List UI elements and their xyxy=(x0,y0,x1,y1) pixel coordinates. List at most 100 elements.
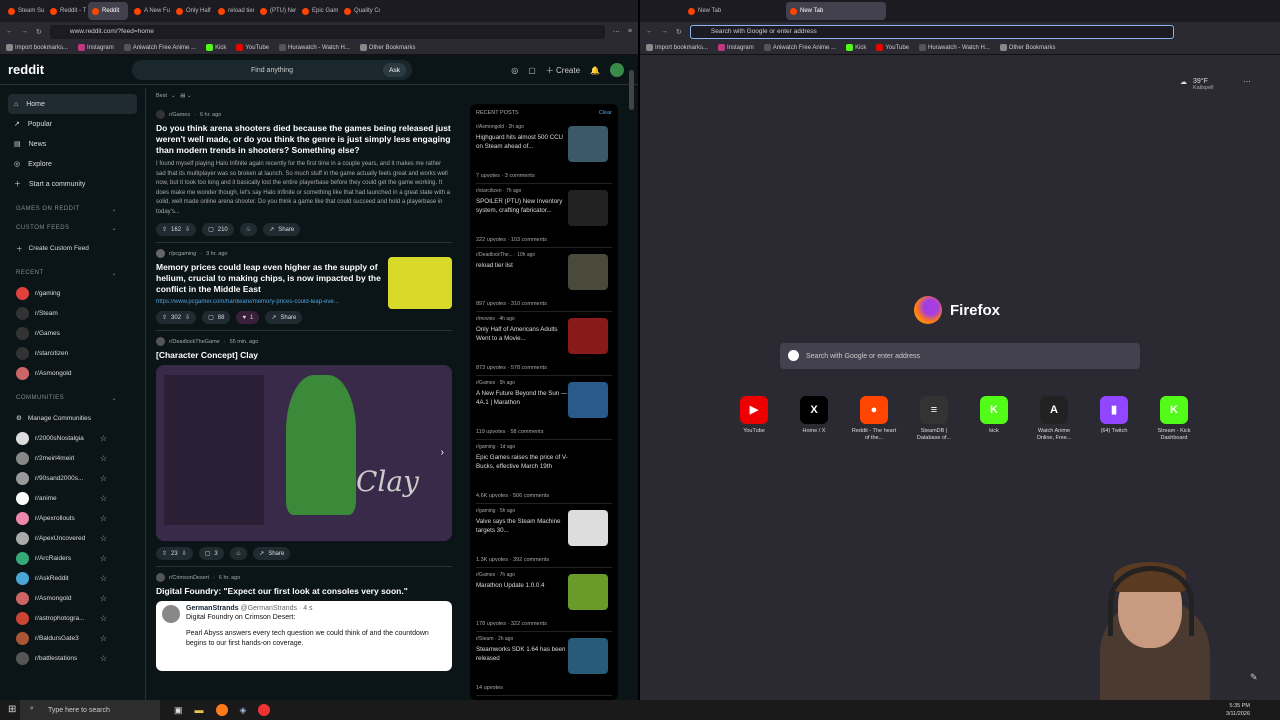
award-button[interactable]: ♥ 1 xyxy=(236,311,260,324)
top-site-tile[interactable]: X Home / X xyxy=(790,396,838,442)
recent-community[interactable]: r/Asmongold xyxy=(8,363,137,383)
recent-post-item[interactable]: r/movies · 4h ago Only Half of Americans … xyxy=(476,312,612,376)
vote-control[interactable]: ⇧ 162 ⇩ xyxy=(156,223,197,236)
chevron-right-icon[interactable]: › xyxy=(441,447,444,458)
clock[interactable]: 5:35 PM 3/11/2026 xyxy=(1226,702,1250,718)
reddit-search-input[interactable]: Find anything Ask xyxy=(132,60,412,80)
star-icon[interactable]: ☆ xyxy=(100,574,107,583)
scrollbar[interactable] xyxy=(629,70,634,110)
browser-tab[interactable]: New Tab xyxy=(786,2,886,20)
recent-post-item[interactable]: r/Games · 5h ago A New Future Beyond the … xyxy=(476,376,612,440)
top-site-tile[interactable]: Kkick xyxy=(970,396,1018,442)
bookmark-item[interactable]: Kick xyxy=(206,44,226,51)
edit-icon[interactable]: ✎ xyxy=(1250,672,1258,683)
vote-control[interactable]: ⇧ 23 ⇩ xyxy=(156,547,193,560)
browser-tab[interactable]: Quality Con xyxy=(340,2,380,20)
top-site-tile[interactable]: ≡ SteamDB | Database of... xyxy=(910,396,958,442)
post-thumbnail[interactable] xyxy=(568,574,608,610)
communities-header[interactable]: COMMUNITIES ⌄ xyxy=(16,395,137,402)
forward-icon[interactable]: → xyxy=(661,28,668,35)
bookmark-item[interactable]: Kick xyxy=(846,44,866,51)
sidebar-item-popular[interactable]: ↗ Popular xyxy=(8,114,137,134)
star-icon[interactable]: ☆ xyxy=(100,434,107,443)
extensions-icon[interactable]: ⋯ xyxy=(613,28,620,36)
chat-icon[interactable]: ▢ xyxy=(528,66,536,75)
bookmark-item[interactable]: Other Bookmarks xyxy=(359,44,415,51)
bookmark-item[interactable]: YouTube xyxy=(876,44,909,51)
bookmark-item[interactable]: Other Bookmarks xyxy=(999,44,1055,51)
bookmark-item[interactable]: Import bookmarks... xyxy=(646,44,708,51)
embedded-tweet[interactable]: GermanStrands @GermanStrands · 4 s Digit… xyxy=(156,601,452,671)
share-button[interactable]: ↗ Share xyxy=(253,547,291,560)
star-icon[interactable]: ☆ xyxy=(100,654,107,663)
community-item[interactable]: r/anime ☆ xyxy=(8,488,137,508)
community-item[interactable]: r/Asmongold ☆ xyxy=(8,588,137,608)
post-card[interactable]: r/CrimsonDesert · 6 hr. ago Digital Foundr… xyxy=(156,567,452,677)
create-custom-feed[interactable]: ＋ Create Custom Feed xyxy=(8,238,137,258)
sidebar-item-home[interactable]: ⌂ Home xyxy=(8,94,137,114)
reload-icon[interactable]: ↻ xyxy=(676,28,682,36)
subreddit-name[interactable]: r/Games xyxy=(169,112,190,118)
post-thumbnail[interactable] xyxy=(568,510,608,546)
menu-icon[interactable]: ≡ xyxy=(628,28,632,35)
manage-communities[interactable]: ⚙ Manage Communities xyxy=(8,408,137,428)
windows-start-icon[interactable]: ⊞ xyxy=(8,704,16,715)
post-thumbnail[interactable] xyxy=(568,126,608,162)
games-section-header[interactable]: GAMES ON REDDIT ⌄ xyxy=(16,206,137,213)
recent-header[interactable]: RECENT ⌄ xyxy=(16,270,137,277)
top-site-tile[interactable]: ▮ (64) Twitch xyxy=(1090,396,1138,442)
post-card[interactable]: r/DeadlockTheGame · 55 min. ago [Character… xyxy=(156,331,452,567)
browser-tab[interactable]: New Tab xyxy=(684,2,784,20)
post-title[interactable]: Digital Foundry: "Expect our first look … xyxy=(156,586,452,597)
post-title[interactable]: Memory prices could leap even higher as … xyxy=(156,262,386,295)
recent-community[interactable]: r/gaming xyxy=(8,283,137,303)
forward-icon[interactable]: → xyxy=(21,28,28,35)
steam-taskbar-icon[interactable]: ◈ xyxy=(240,705,247,716)
community-item[interactable]: r/2000sNostalgia ☆ xyxy=(8,428,137,448)
recent-post-item[interactable]: r/DeadlockThe... · 10h ago reload tier li… xyxy=(476,248,612,312)
back-icon[interactable]: ← xyxy=(6,28,13,35)
vote-control[interactable]: ⇧ 302 ⇩ xyxy=(156,311,197,324)
community-item[interactable]: r/battlestations ☆ xyxy=(8,648,137,668)
post-thumbnail[interactable] xyxy=(568,190,608,226)
bookmark-item[interactable]: Import bookmarks... xyxy=(6,44,68,51)
recent-community[interactable]: r/Steam xyxy=(8,303,137,323)
task-view-icon[interactable]: ▣ xyxy=(174,705,183,716)
bookmark-item[interactable]: Instagram xyxy=(718,44,754,51)
firefox-taskbar-icon[interactable] xyxy=(215,704,228,716)
post-card[interactable]: r/pcgaming · 3 hr. ago Memory prices could… xyxy=(156,243,452,331)
star-icon[interactable]: ☆ xyxy=(100,634,107,643)
browser-tab[interactable]: Reddit - Th xyxy=(46,2,86,20)
recent-community[interactable]: r/Games xyxy=(8,323,137,343)
community-item[interactable]: r/BaldursGate3 ☆ xyxy=(8,628,137,648)
sort-control[interactable]: Best ⌄ ▤ ⌄ xyxy=(156,88,452,104)
file-explorer-icon[interactable]: ▬ xyxy=(195,705,204,715)
sidebar-item-news[interactable]: ▤ News xyxy=(8,134,137,154)
community-item[interactable]: r/AskReddit ☆ xyxy=(8,568,137,588)
share-button[interactable]: ↗ Share xyxy=(265,311,303,324)
subreddit-name[interactable]: r/pcgaming xyxy=(169,251,196,257)
award-button[interactable]: ♧ xyxy=(229,547,248,560)
post-image[interactable]: Clay › xyxy=(156,365,452,541)
top-site-tile[interactable]: A Watch Anime Online, Free... xyxy=(1030,396,1078,442)
bookmark-item[interactable]: Aniwatch Free Anime ... xyxy=(763,44,836,51)
recent-post-item[interactable]: r/starcitizen · 7h ago SPOILER (PTU) New … xyxy=(476,184,612,248)
star-icon[interactable]: ☆ xyxy=(100,534,107,543)
ask-button[interactable]: Ask xyxy=(383,63,406,77)
post-thumbnail[interactable] xyxy=(568,446,608,482)
star-icon[interactable]: ☆ xyxy=(100,494,107,503)
comments-button[interactable]: ▢ 210 xyxy=(202,223,234,236)
comments-button[interactable]: ▢ 3 xyxy=(198,547,224,560)
bookmark-item[interactable]: Instagram xyxy=(78,44,114,51)
browser-tab[interactable]: Epic Games xyxy=(298,2,338,20)
star-icon[interactable]: ☆ xyxy=(100,554,107,563)
post-card[interactable]: r/Games · 6 hr. ago Do you think arena sho… xyxy=(156,104,452,243)
browser-tab[interactable]: Only Half o xyxy=(172,2,212,20)
post-thumbnail[interactable] xyxy=(568,254,608,290)
award-button[interactable]: ♧ xyxy=(239,223,258,236)
address-field[interactable]: www.reddit.com/?feed=home xyxy=(49,24,605,39)
post-thumbnail[interactable] xyxy=(568,638,608,674)
community-item[interactable]: r/90sand2000s... ☆ xyxy=(8,468,137,488)
top-site-tile[interactable]: ▶ YouTube xyxy=(730,396,778,442)
bookmark-item[interactable]: Hurawatch - Watch H... xyxy=(279,44,350,51)
